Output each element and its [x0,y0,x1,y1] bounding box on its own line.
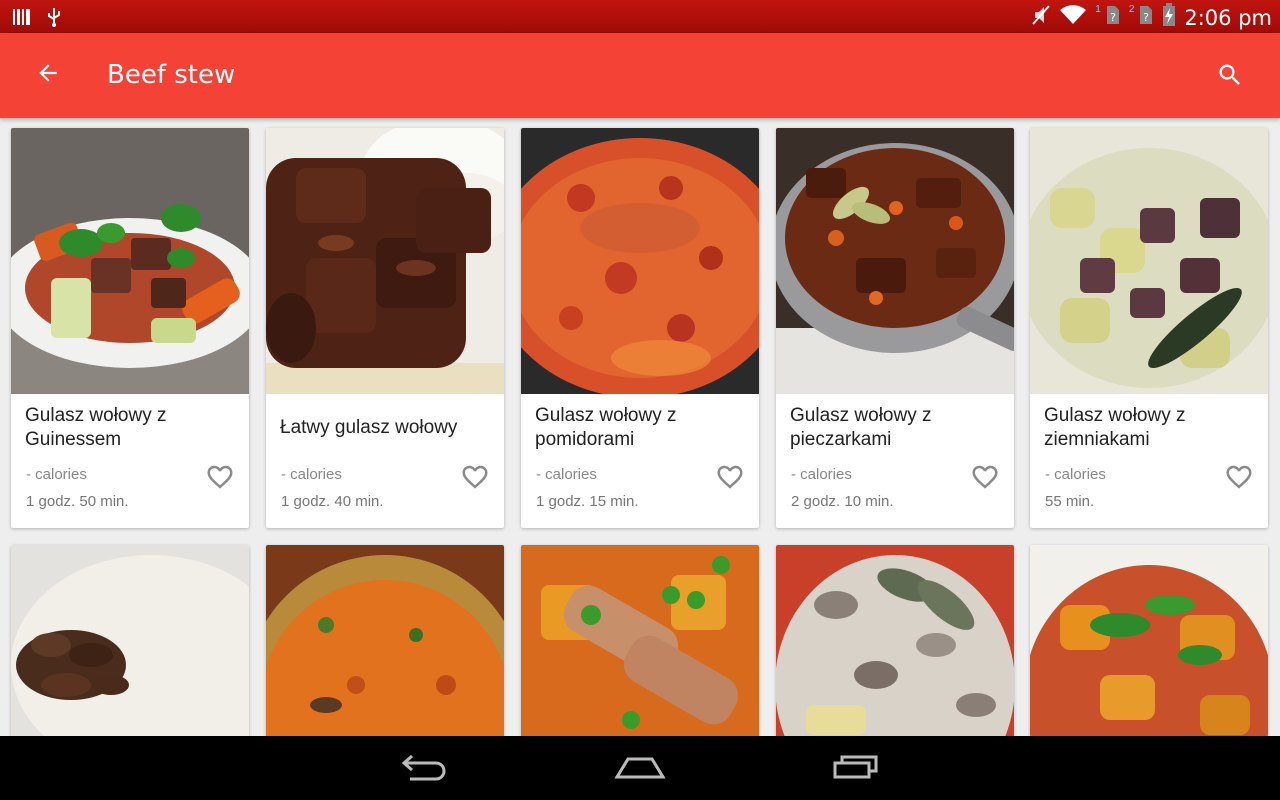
recipe-card[interactable] [266,545,504,736]
recipe-time: 2 godz. 10 min. [791,493,894,510]
recipe-card[interactable] [776,545,1014,736]
sim2-label: 2 [1128,4,1135,15]
recipe-photo [11,128,249,394]
recipe-card[interactable]: Łatwy gulasz wołowy - calories 1 godz. 4… [266,128,504,528]
sim2-icon: ? [1138,4,1154,31]
recipe-calories: - calories [536,466,597,483]
recipe-card[interactable] [521,545,759,736]
recipe-card[interactable]: Gulasz wołowy z ziemniakami - calories 5… [1030,128,1268,528]
recipe-calories: - calories [1045,466,1106,483]
recipe-calories: - calories [26,466,87,483]
usb-icon [46,6,62,33]
recipe-title: Gulasz wołowy z pieczarkami [790,405,932,450]
sim1-label: 1 [1095,4,1101,15]
nav-back-button[interactable] [394,752,454,786]
recents-icon [832,753,880,786]
recipe-title: Gulasz wołowy z pomidorami [535,405,677,450]
recipe-photo [776,128,1014,394]
recipe-time: 1 godz. 15 min. [536,493,639,510]
recipe-grid[interactable]: Gulasz wołowy z Guinessem - calories 1 g… [0,118,1280,736]
recipe-time: 55 min. [1045,493,1095,510]
recipe-calories: - calories [281,466,342,483]
recipe-photo [11,545,249,736]
recipe-photo [266,545,504,736]
home-icon [614,753,666,786]
favorite-button[interactable] [970,462,1000,492]
navigation-bar [0,736,1280,800]
recipe-time: 1 godz. 40 min. [281,493,384,510]
heart-outline-icon [1224,465,1254,496]
recipe-card[interactable]: Gulasz wołowy z pomidorami - calories 1 … [521,128,759,528]
svg-text:?: ? [1110,11,1116,24]
favorite-button[interactable] [205,462,235,492]
heart-outline-icon [460,465,490,496]
back-button[interactable] [28,55,68,95]
recipe-card[interactable] [1030,545,1268,736]
nav-home-button[interactable] [610,752,670,786]
nav-recents-button[interactable] [826,752,886,786]
barcode-icon [12,7,32,32]
recipe-title: Łatwy gulasz wołowy [280,417,458,438]
favorite-button[interactable] [715,462,745,492]
heart-outline-icon [715,465,745,496]
recipe-photo [521,545,759,736]
wifi-icon [1059,4,1087,31]
recipe-title: Gulasz wołowy z Guinessem [25,405,167,450]
sim1-icon: ? [1105,4,1121,31]
recipe-photo [521,128,759,394]
svg-text:?: ? [1143,11,1149,24]
recipe-photo [1030,545,1268,736]
back-icon [400,753,448,786]
recipe-card[interactable]: Gulasz wołowy z pieczarkami - calories 2… [776,128,1014,528]
recipe-card[interactable]: Gulasz wołowy z Guinessem - calories 1 g… [11,128,249,528]
search-icon [1216,61,1244,94]
recipe-photo [776,545,1014,736]
battery-charging-icon [1162,3,1176,32]
recipe-time: 1 godz. 50 min. [26,493,129,510]
heart-outline-icon [970,465,1000,496]
recipe-photo [1030,128,1268,394]
clock: 2:06 pm [1184,5,1272,30]
mute-icon [1031,4,1051,31]
favorite-button[interactable] [1224,462,1254,492]
heart-outline-icon [205,465,235,496]
recipe-calories: - calories [791,466,852,483]
page-title: Beef stew [107,60,236,90]
recipe-card[interactable] [11,545,249,736]
recipe-title: Gulasz wołowy z ziemniakami [1044,405,1186,450]
status-bar: 1 ? 2 ? 2:06 pm [0,0,1280,33]
favorite-button[interactable] [460,462,490,492]
arrow-back-icon [35,60,61,91]
recipe-photo [266,128,504,394]
search-button[interactable] [1210,57,1250,97]
app-bar: Beef stew [0,33,1280,118]
